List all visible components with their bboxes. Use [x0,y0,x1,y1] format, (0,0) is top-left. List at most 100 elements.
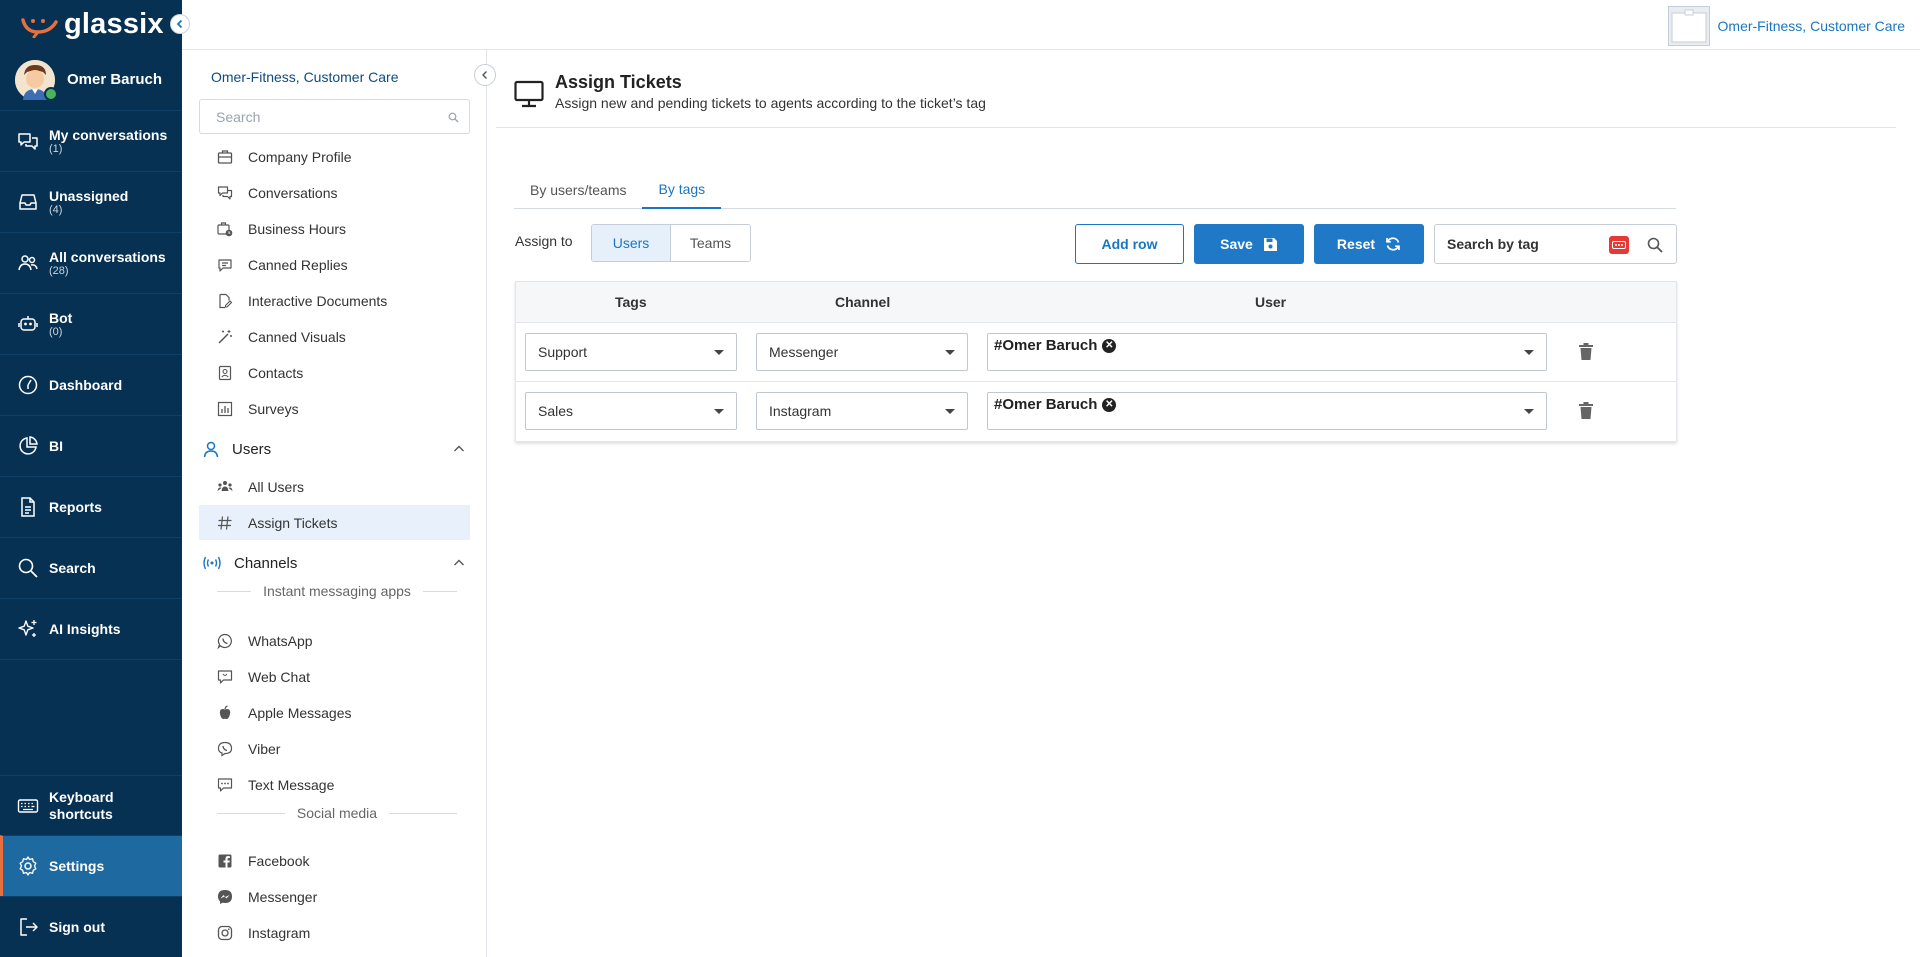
nav-count: (1) [49,142,63,155]
settings-item-label: Company Profile [248,148,352,165]
tab-by-tags[interactable]: By tags [642,170,722,209]
save-button[interactable]: Save [1194,224,1304,264]
user-select[interactable]: #Omer Baruch ✕ [987,333,1547,371]
nav-label: AI Insights [49,620,121,637]
sms-icon [217,778,233,792]
settings-item-text-message[interactable]: Text Message [199,767,470,802]
nav-label: Bot [49,309,73,326]
floppy-disk-icon [1263,237,1277,251]
collapse-settings-button[interactable] [474,64,496,86]
settings-section-channels[interactable]: Channels [199,545,470,581]
nav-sign-out[interactable]: Sign out [0,896,182,957]
trash-icon[interactable] [1579,402,1593,419]
nav-label: Unassigned [49,187,129,204]
caret-down-icon [1524,350,1534,355]
settings-item-contacts[interactable]: Contacts [199,355,470,390]
nav-my-conversations[interactable]: My conversations (1) [0,111,182,172]
settings-item-label: WhatsApp [248,632,313,649]
settings-item-company-profile[interactable]: Company Profile [199,139,470,174]
caret-down-icon [714,409,724,414]
tag-select[interactable]: Sales [525,392,737,430]
add-row-button[interactable]: Add row [1075,224,1184,264]
table-header: Tags Channel User [516,282,1676,323]
nav-count: (0) [49,325,63,338]
user-select[interactable]: #Omer Baruch ✕ [987,392,1547,430]
settings-search-input[interactable]: Search [199,99,470,134]
chevron-left-icon [176,19,183,29]
company-switcher[interactable]: Omer-Fitness, Customer Care [1667,6,1905,46]
channel-value: Messenger [769,344,839,360]
avatar [15,59,58,101]
nav-count: (4) [49,203,63,216]
nav-count: (28) [49,264,69,277]
nav-settings[interactable]: Settings [0,835,182,896]
nav-bi[interactable]: BI [0,416,182,477]
magic-wand-icon [218,330,232,344]
tab-bar: By users/teams By tags [514,170,1676,209]
nav-label: Settings [49,857,105,874]
tag-search-input[interactable]: Search by tag [1434,224,1677,264]
user-profile[interactable]: Omer Baruch [0,49,182,111]
channel-select[interactable]: Messenger [756,333,968,371]
logo-icon [21,17,58,38]
nav-label: Reports [49,498,102,515]
sign-out-icon [20,918,38,936]
settings-item-label: Surveys [248,400,299,417]
tag-select[interactable]: Support [525,333,737,371]
settings-item-conversations[interactable]: Conversations [199,175,470,210]
trash-icon[interactable] [1579,343,1593,360]
nav-reports[interactable]: Reports [0,477,182,538]
settings-item-all-users[interactable]: All Users [199,469,470,504]
assign-teams-option[interactable]: Teams [671,225,750,261]
nav-all-conversations[interactable]: All conversations (28) [0,233,182,294]
nav-search[interactable]: Search [0,538,182,599]
reset-button[interactable]: Reset [1314,224,1424,264]
nav-ai-insights[interactable]: AI Insights [0,599,182,660]
settings-item-label: Viber [248,740,281,757]
settings-item-facebook[interactable]: Facebook [199,843,470,878]
nav-label: All conversations [49,248,166,265]
nav-dashboard[interactable]: Dashboard [0,355,182,416]
settings-title: Omer-Fitness, Customer Care [211,69,399,85]
tab-by-users-teams[interactable]: By users/teams [514,170,642,209]
table-row: Sales Instagram #Omer Baruch ✕ [516,382,1676,441]
settings-item-interactive-documents[interactable]: Interactive Documents [199,283,470,318]
inbox-icon [19,194,37,210]
settings-item-web-chat[interactable]: Web Chat [199,659,470,694]
nav-keyboard-shortcuts[interactable]: Keyboard shortcuts [0,775,182,835]
tag-value: Support [538,344,588,360]
settings-item-canned-replies[interactable]: Canned Replies [199,247,470,282]
pie-chart-icon [19,436,38,455]
remove-chip-icon[interactable]: ✕ [1102,397,1117,412]
nav-unassigned[interactable]: Unassigned (4) [0,172,182,233]
keyboard-icon [17,798,39,813]
caret-down-icon [945,350,955,355]
nav-label: Dashboard [49,376,123,393]
settings-item-viber[interactable]: Viber [199,731,470,766]
tag-search-placeholder: Search by tag [1447,236,1539,252]
settings-item-whatsapp[interactable]: WhatsApp [199,623,470,658]
settings-item-instagram[interactable]: Instagram [199,915,470,950]
user-chip-label: #Omer Baruch [994,396,1098,413]
briefcase-icon [1671,9,1707,43]
settings-item-messenger[interactable]: Messenger [199,879,470,914]
settings-item-canned-visuals[interactable]: Canned Visuals [199,319,470,354]
settings-item-apple-messages[interactable]: Apple Messages [199,695,470,730]
password-manager-icon[interactable] [1609,236,1629,254]
channel-select[interactable]: Instagram [756,392,968,430]
user-chip-label: #Omer Baruch [994,337,1098,354]
search-icon[interactable] [1647,237,1663,253]
assign-users-option[interactable]: Users [592,225,671,261]
message-icon [218,259,232,272]
divider-label: Instant messaging apps [263,583,411,599]
user-icon [203,441,219,458]
online-status-dot [44,86,58,101]
collapse-nav-button[interactable] [170,14,190,34]
settings-section-users[interactable]: Users [199,431,470,467]
header-divider [496,127,1896,128]
remove-chip-icon[interactable]: ✕ [1102,338,1117,353]
settings-item-surveys[interactable]: Surveys [199,391,470,426]
settings-item-assign-tickets[interactable]: Assign Tickets [199,505,470,540]
settings-item-business-hours[interactable]: Business Hours [199,211,470,246]
nav-bot[interactable]: Bot (0) [0,294,182,355]
